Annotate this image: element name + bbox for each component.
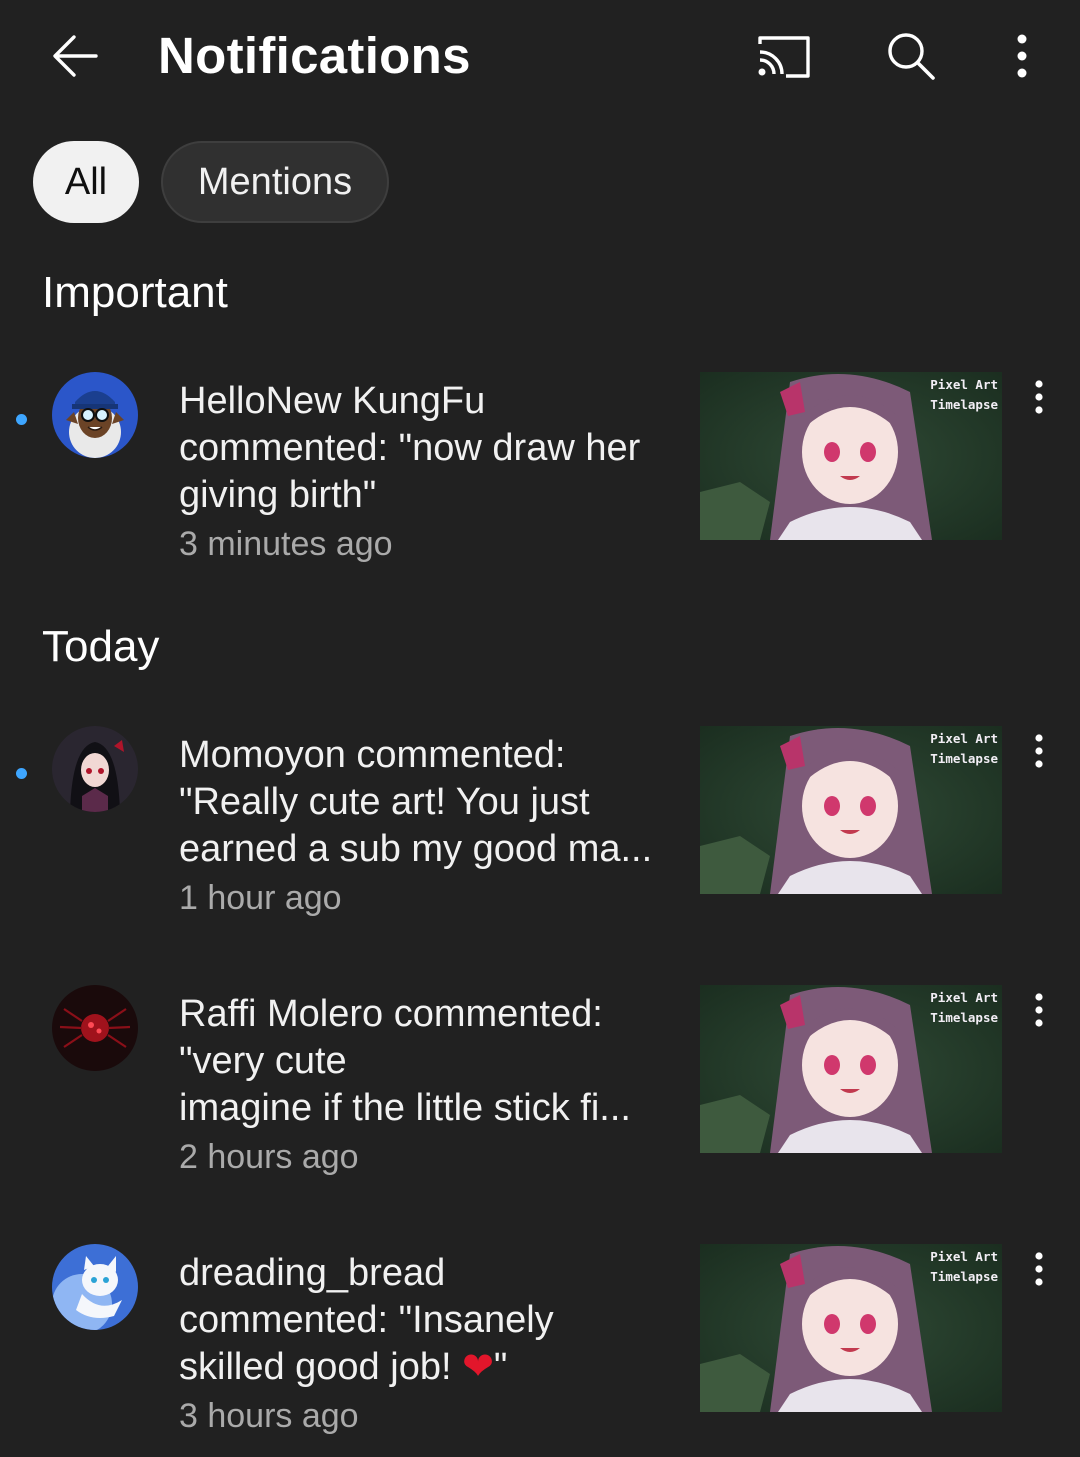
section-heading-today: Today	[42, 622, 160, 671]
cast-icon	[758, 36, 810, 78]
user-avatar-image	[52, 372, 138, 458]
filter-chip-all[interactable]: All	[33, 141, 139, 223]
search-button[interactable]	[880, 26, 942, 86]
notification-text: Raffi Molero commented: "very cute imagi…	[179, 991, 679, 1182]
notification-text: dreading_bread commented: "Insanely skil…	[179, 1250, 679, 1441]
notification-message-line: imagine if the little stick fi...	[179, 1087, 631, 1129]
video-thumbnail[interactable]: Pixel Art Timelapse	[700, 1244, 1002, 1412]
video-thumbnail[interactable]: Pixel Art Timelapse	[700, 726, 1002, 894]
section-heading-important: Important	[42, 268, 228, 317]
notification-item[interactable]: Momoyon commented: "Really cute art! You…	[0, 724, 1080, 924]
thumbnail-title-line: Timelapse	[930, 1269, 998, 1284]
notification-time: 3 minutes ago	[179, 525, 393, 563]
notification-item[interactable]: HelloNew KungFu commented: "now draw her…	[0, 370, 1080, 570]
notification-item[interactable]: dreading_bread commented: "Insanely skil…	[0, 1242, 1080, 1442]
video-thumbnail[interactable]: Pixel Art Timelapse	[700, 372, 1002, 540]
user-avatar-image	[52, 1244, 138, 1330]
notification-message-line: giving birth"	[179, 474, 377, 516]
notification-message-line: skilled good job! ❤"	[179, 1344, 679, 1391]
closing-quote: "	[493, 1346, 508, 1388]
avatar[interactable]	[52, 372, 138, 458]
thumbnail-title-line: Timelapse	[930, 397, 998, 412]
video-thumbnail[interactable]: Pixel Art Timelapse	[700, 985, 1002, 1153]
back-button[interactable]	[44, 28, 106, 84]
thumbnail-title-line: Pixel Art	[930, 990, 998, 1005]
more-vertical-icon	[1035, 380, 1043, 414]
notifications-page: Notifications All Mentions Important Hel…	[0, 0, 1080, 1457]
avatar[interactable]	[52, 985, 138, 1071]
notification-message-line: commented: "now draw her	[179, 427, 641, 469]
notification-menu-button[interactable]	[1022, 1244, 1056, 1294]
notification-message-line: commented: "Insanely	[179, 1299, 554, 1341]
arrow-left-icon	[53, 35, 98, 77]
page-title: Notifications	[158, 27, 471, 84]
avatar[interactable]	[52, 1244, 138, 1330]
notification-time: 1 hour ago	[179, 879, 342, 917]
more-options-button[interactable]	[998, 26, 1046, 86]
notification-message-line: Momoyon commented:	[179, 734, 566, 776]
more-vertical-icon	[1017, 34, 1027, 78]
notification-message-line: Raffi Molero commented:	[179, 993, 603, 1035]
notification-message-line: "Really cute art! You just	[179, 781, 590, 823]
thumbnail-title-line: Pixel Art	[930, 377, 998, 392]
unread-indicator	[16, 414, 27, 425]
user-avatar-image	[52, 726, 138, 812]
notification-menu-button[interactable]	[1022, 985, 1056, 1035]
more-vertical-icon	[1035, 993, 1043, 1027]
notification-time: 3 hours ago	[179, 1397, 359, 1435]
thumbnail-title: Pixel Art Timelapse	[930, 1247, 998, 1287]
red-heart-emoji: ❤	[462, 1346, 494, 1388]
more-vertical-icon	[1035, 1252, 1043, 1286]
thumbnail-title-line: Pixel Art	[930, 1249, 998, 1264]
notification-message-line: HelloNew KungFu	[179, 380, 486, 422]
notification-menu-button[interactable]	[1022, 726, 1056, 776]
notification-message-text: skilled good job!	[179, 1346, 463, 1388]
thumbnail-title: Pixel Art Timelapse	[930, 729, 998, 769]
notification-message-line: "very cute	[179, 1040, 347, 1082]
app-header: Notifications	[0, 0, 1080, 112]
notification-message-line: earned a sub my good ma...	[179, 828, 653, 870]
thumbnail-title-line: Timelapse	[930, 751, 998, 766]
unread-indicator	[16, 768, 27, 779]
thumbnail-title: Pixel Art Timelapse	[930, 375, 998, 415]
notification-menu-button[interactable]	[1022, 372, 1056, 422]
thumbnail-title: Pixel Art Timelapse	[930, 988, 998, 1028]
notification-text: Momoyon commented: "Really cute art! You…	[179, 732, 679, 923]
filter-chip-mentions[interactable]: Mentions	[161, 141, 389, 223]
user-avatar-image	[52, 985, 138, 1071]
avatar[interactable]	[52, 726, 138, 812]
notification-item[interactable]: Raffi Molero commented: "very cute imagi…	[0, 983, 1080, 1183]
thumbnail-title-line: Pixel Art	[930, 731, 998, 746]
notification-text: HelloNew KungFu commented: "now draw her…	[179, 378, 679, 569]
cast-button[interactable]	[752, 28, 816, 84]
notification-message-line: dreading_bread	[179, 1252, 446, 1294]
thumbnail-title-line: Timelapse	[930, 1010, 998, 1025]
notification-time: 2 hours ago	[179, 1138, 359, 1176]
search-icon	[888, 33, 935, 80]
more-vertical-icon	[1035, 734, 1043, 768]
